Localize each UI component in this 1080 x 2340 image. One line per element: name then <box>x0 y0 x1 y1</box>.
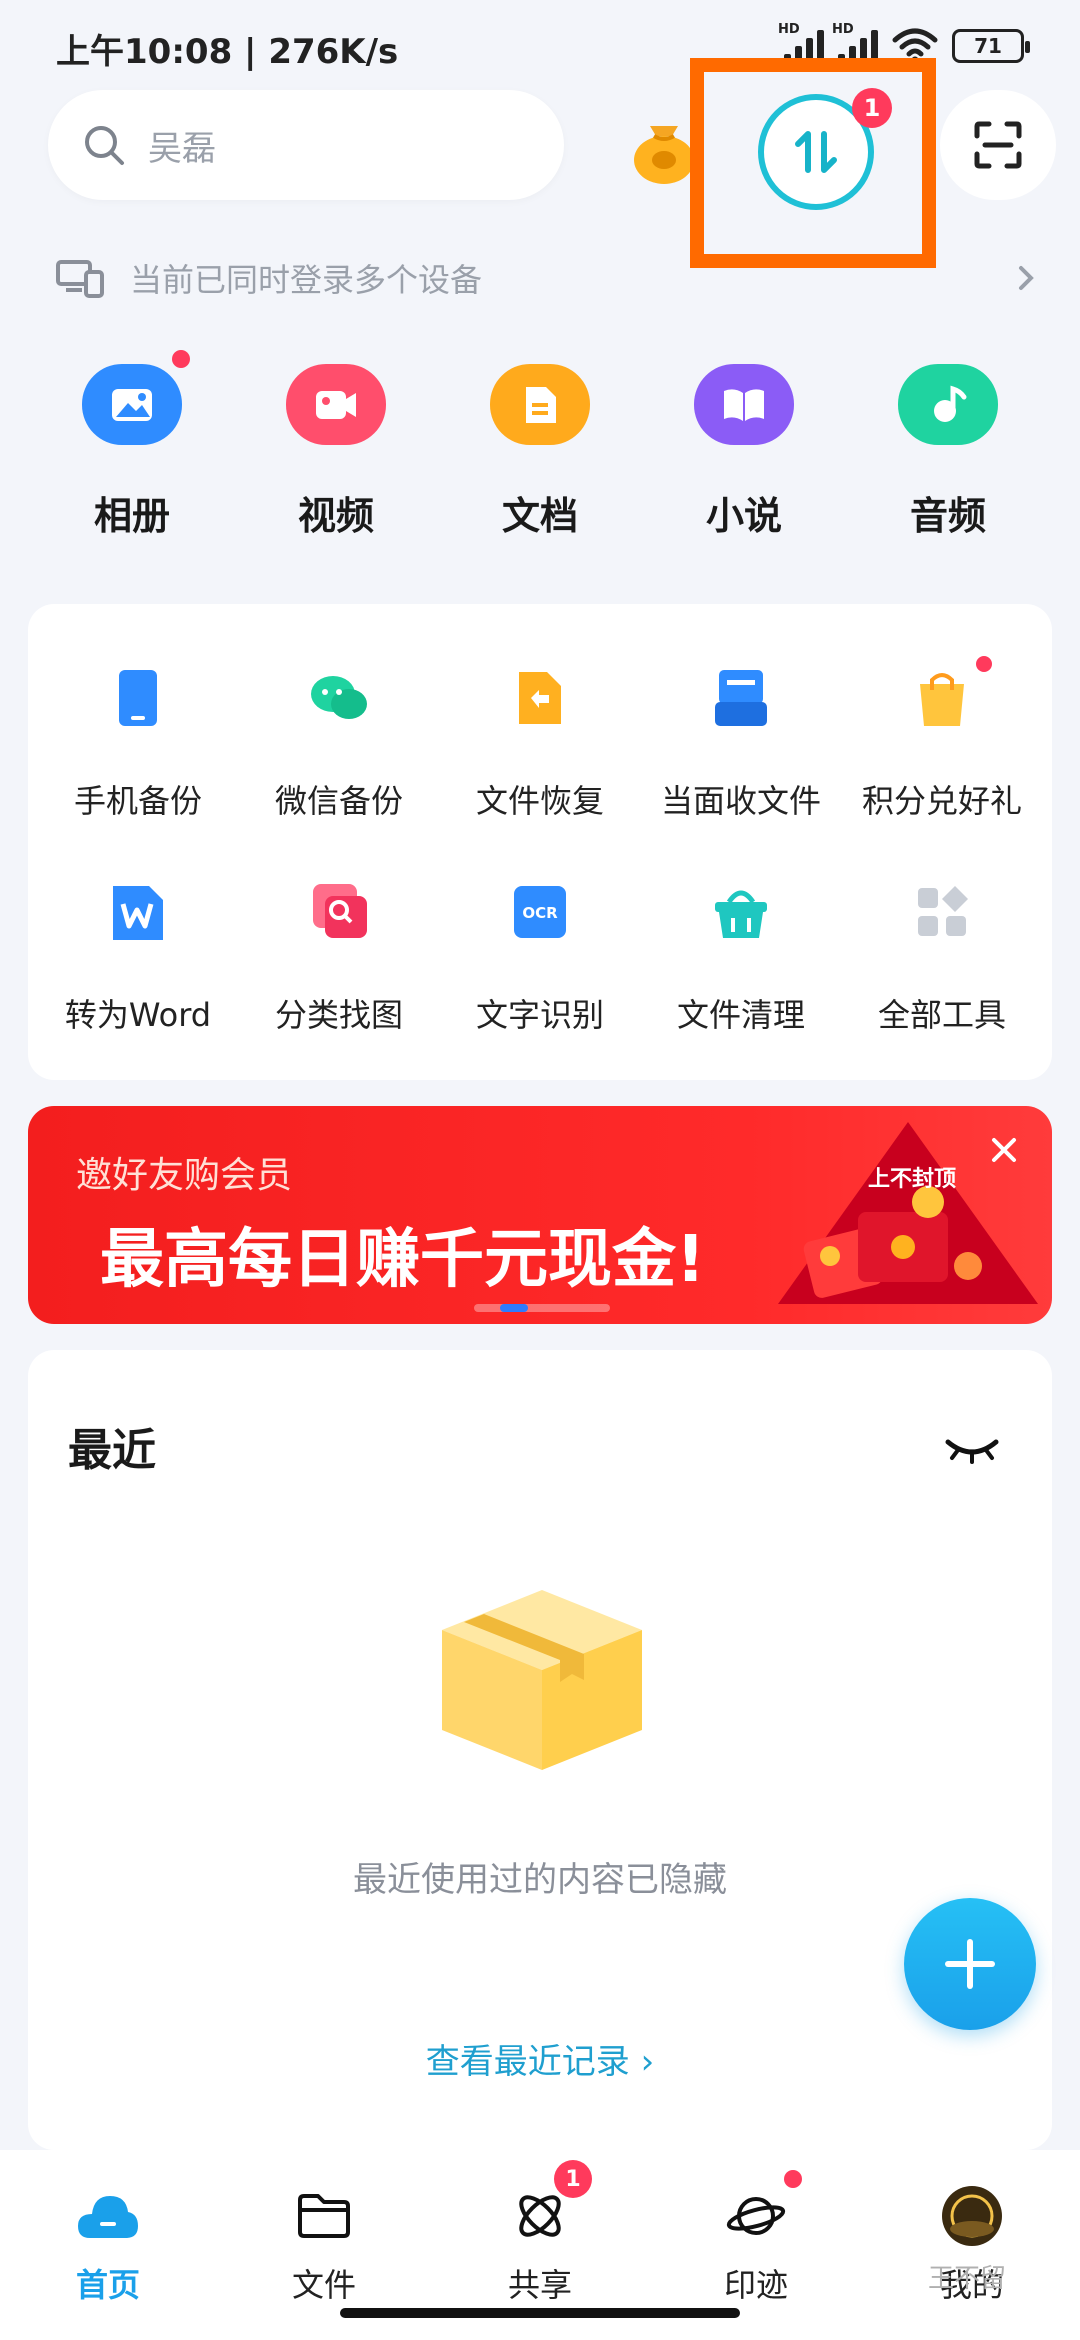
transfer-arrows-icon <box>795 131 837 173</box>
all-tools-icon <box>910 880 974 944</box>
tool-image-search[interactable]: 分类找图 <box>239 880 439 1036</box>
receive-file-icon <box>709 666 773 730</box>
category-novels[interactable]: 小说 <box>642 350 846 540</box>
watermark-text: 王不留 <box>928 2264 1007 2294</box>
share-atom-icon: 1 <box>508 2160 592 2248</box>
home-indicator[interactable] <box>340 2308 740 2318</box>
tool-all-tools[interactable]: 全部工具 <box>842 880 1042 1036</box>
tab-share[interactable]: 1 共享 <box>460 2160 620 2306</box>
hd-label: HD <box>832 22 854 37</box>
clean-basket-icon <box>709 880 773 944</box>
book-icon <box>694 364 794 445</box>
scan-icon <box>974 121 1022 169</box>
photo-icon <box>82 364 182 445</box>
devices-icon <box>56 260 104 298</box>
empty-box-illustration <box>442 1590 642 1770</box>
tool-phone-backup[interactable]: 手机备份 <box>38 666 238 822</box>
category-documents[interactable]: 文档 <box>438 350 642 540</box>
tab-label: 共享 <box>507 2266 572 2304</box>
new-dot <box>172 350 190 368</box>
category-photos[interactable]: 相册 <box>30 350 234 540</box>
tool-label: 分类找图 <box>274 996 403 1034</box>
banner-title: 最高每日赚千元现金! <box>100 1223 706 1297</box>
battery-icon: 71 <box>952 29 1030 63</box>
tab-label: 文件 <box>291 2266 356 2304</box>
tool-file-clean[interactable]: 文件清理 <box>641 880 841 1036</box>
cloud-home-icon <box>76 2184 140 2248</box>
tool-label: 手机备份 <box>73 782 202 820</box>
search-icon <box>85 126 124 165</box>
category-label: 视频 <box>297 494 374 538</box>
tool-convert-word[interactable]: 转为Word <box>38 880 238 1036</box>
hd-label: HD <box>778 22 800 37</box>
status-time: 上午10:08 | 276K/s <box>56 32 399 72</box>
device-notice-text: 当前已同时登录多个设备 <box>130 261 483 299</box>
tab-label: 印迹 <box>723 2266 788 2304</box>
share-badge: 1 <box>554 2160 592 2198</box>
view-recent-link[interactable]: 查看最近记录 › <box>0 2034 1080 2083</box>
image-search-icon <box>307 880 371 944</box>
video-icon <box>286 364 386 445</box>
gift-bag-icon <box>910 666 974 730</box>
search-placeholder: 吴磊 <box>148 128 216 169</box>
category-label: 文档 <box>501 494 578 538</box>
tab-home[interactable]: 首页 <box>28 2184 188 2306</box>
tab-traces[interactable]: 印迹 <box>676 2170 836 2306</box>
tool-receive-file[interactable]: 当面收文件 <box>641 666 841 822</box>
search-input[interactable]: 吴磊 <box>48 90 564 200</box>
category-label: 音频 <box>909 494 986 538</box>
scan-button[interactable] <box>940 90 1056 200</box>
phone-backup-icon <box>106 666 170 730</box>
tool-wechat-backup[interactable]: 微信备份 <box>239 666 439 822</box>
folder-icon <box>292 2184 356 2248</box>
tool-label: 转为Word <box>64 996 212 1034</box>
plus-icon <box>945 1939 995 1989</box>
wechat-backup-icon <box>307 666 371 730</box>
tool-label: 文字识别 <box>475 996 604 1034</box>
file-restore-icon <box>508 666 572 730</box>
new-dot <box>976 656 992 672</box>
document-icon <box>490 364 590 445</box>
banner-pager <box>474 1304 610 1312</box>
ocr-icon: OCR <box>508 880 572 944</box>
add-button[interactable] <box>904 1898 1036 2030</box>
tool-label: 当面收文件 <box>660 782 821 820</box>
tool-ocr[interactable]: OCR 文字识别 <box>440 880 640 1036</box>
banner-subtitle: 邀好友购会员 <box>76 1155 293 1196</box>
chevron-right-icon <box>1019 266 1034 290</box>
category-label: 相册 <box>93 494 170 538</box>
planet-icon <box>724 2170 802 2248</box>
tool-file-restore[interactable]: 文件恢复 <box>440 666 640 822</box>
category-videos[interactable]: 视频 <box>234 350 438 540</box>
tools-row: 手机备份 微信备份 文件恢复 当面收文件 积分兑好礼 <box>28 656 1052 822</box>
music-icon <box>898 364 998 445</box>
tool-label: 积分兑好礼 <box>861 782 1022 820</box>
category-label: 小说 <box>705 494 782 538</box>
tool-label: 文件恢复 <box>475 782 604 820</box>
banner-badge: 上不封顶 <box>868 1167 956 1192</box>
close-icon[interactable] <box>984 1130 1024 1170</box>
category-row: 相册 视频 文档 小说 音频 <box>30 350 1050 540</box>
recent-empty-text: 最近使用过的内容已隐藏 <box>353 1860 727 1900</box>
word-convert-icon <box>106 880 170 944</box>
tools-card: 手机备份 微信备份 文件恢复 当面收文件 积分兑好礼 转为Word 分类找图 O… <box>28 604 1052 1080</box>
tab-files[interactable]: 文件 <box>244 2184 404 2306</box>
banner-pager-active <box>500 1304 528 1312</box>
tool-label: 全部工具 <box>877 996 1006 1034</box>
avatar-icon <box>940 2184 1004 2248</box>
ocr-icon-text: OCR <box>522 904 558 922</box>
tool-label: 微信备份 <box>274 782 403 820</box>
tab-label: 首页 <box>75 2266 140 2304</box>
tool-points-gift[interactable]: 积分兑好礼 <box>842 656 1042 822</box>
recent-title: 最近 <box>68 1425 156 1476</box>
eye-closed-icon[interactable] <box>944 1420 1000 1476</box>
new-dot <box>784 2170 802 2188</box>
transfer-badge: 1 <box>852 88 892 128</box>
multi-device-notice[interactable]: 当前已同时登录多个设备 <box>56 248 1036 308</box>
category-audio[interactable]: 音频 <box>846 350 1050 540</box>
tool-label: 文件清理 <box>676 996 805 1034</box>
tools-row: 转为Word 分类找图 OCR 文字识别 文件清理 全部工具 <box>28 880 1052 1036</box>
